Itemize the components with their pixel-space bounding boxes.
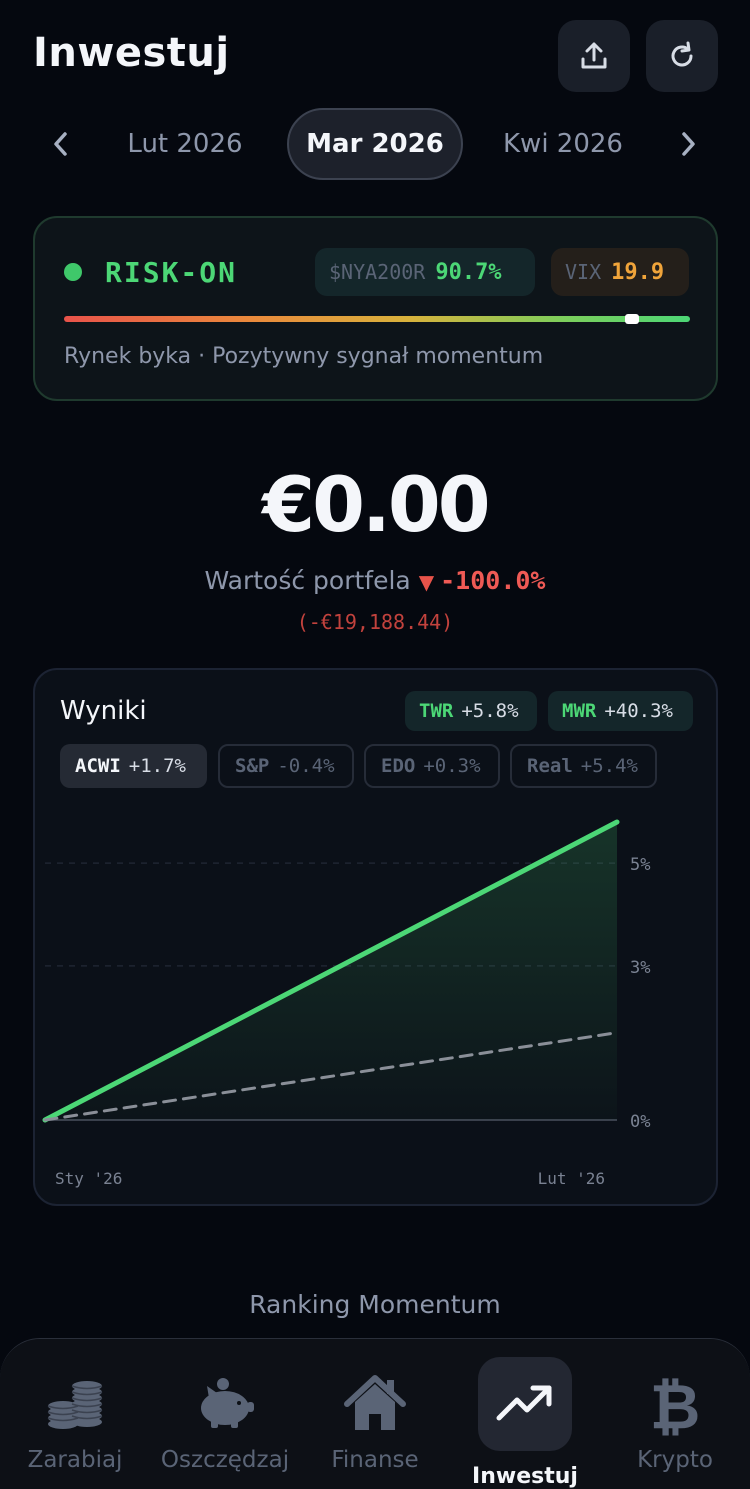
performance-chart: 5% 3% 0% Sty '26 Lut '26 (42, 819, 650, 1188)
risk-gauge-marker (624, 314, 639, 324)
status-dot (64, 263, 82, 281)
nav-item-finanse[interactable]: Finanse (300, 1339, 450, 1489)
month-current[interactable]: Mar 2026 (287, 108, 463, 180)
next-month-button[interactable] (658, 108, 718, 180)
ranking-momentum-title: Ranking Momentum (249, 1290, 501, 1319)
nav-label: Krypto (637, 1447, 713, 1473)
trending-up-icon (478, 1357, 572, 1451)
nav-item-inwestuj[interactable]: Inwestuj (450, 1339, 600, 1489)
risk-status-label: RISK-ON (105, 256, 238, 289)
vix-chip: VIX 19.9 (551, 248, 689, 296)
market-risk-card: RISK-ON $NYA200R 90.7% VIX 19.9 Rynek by… (33, 216, 718, 401)
upload-icon (581, 42, 607, 69)
risk-gauge-bar (64, 314, 690, 324)
vix-key: VIX (565, 260, 602, 284)
bottom-navigation: Zarabiaj Oszczędzaj Finanse Inwestuj ₿ K… (0, 1338, 750, 1489)
share-button[interactable] (558, 20, 630, 92)
nav-item-oszczedzaj[interactable]: Oszczędzaj (150, 1339, 300, 1489)
month-navigation: Lut 2026 Mar 2026 Kwi 2026 (0, 108, 750, 180)
refresh-icon (671, 41, 693, 67)
down-arrow-icon: ▼ (418, 570, 435, 594)
header: Inwestuj (0, 0, 750, 110)
chevron-right-icon (682, 132, 695, 156)
coins-icon (35, 1369, 115, 1439)
month-prev[interactable]: Lut 2026 (110, 108, 260, 180)
month-next[interactable]: Kwi 2026 (488, 108, 638, 180)
page-title: Inwestuj (33, 30, 230, 76)
portfolio-change-pct: -100.0% (440, 566, 546, 595)
portfolio-value: €0.00 (262, 460, 490, 549)
x-tick-label: Sty '26 (55, 1169, 122, 1188)
portfolio-change-line: Wartość portfela ▼ -100.0% (0, 566, 750, 595)
results-card: Wyniki TWR +5.8% MWR +40.3% ACWI +1.7% S… (33, 668, 718, 1206)
nya200r-value: 90.7% (435, 259, 502, 285)
nav-item-krypto[interactable]: ₿ Krypto (600, 1339, 750, 1489)
y-tick-label: 0% (630, 1112, 650, 1132)
piggy-bank-icon (185, 1369, 265, 1439)
chevron-left-icon (54, 132, 67, 156)
home-icon (335, 1369, 415, 1439)
risk-description: Rynek byka · Pozytywny sygnał momentum (64, 344, 544, 369)
nya200r-chip: $NYA200R 90.7% (315, 248, 535, 296)
portfolio-change-abs: (-€19,188.44) (296, 610, 454, 634)
nav-label: Finanse (331, 1447, 419, 1473)
x-tick-label: Lut '26 (538, 1169, 605, 1188)
svg-text:₿: ₿ (650, 1372, 701, 1436)
nav-item-zarabiaj[interactable]: Zarabiaj (0, 1339, 150, 1489)
nya200r-key: $NYA200R (329, 260, 426, 284)
nav-label: Inwestuj (472, 1464, 578, 1489)
refresh-button[interactable] (646, 20, 718, 92)
y-tick-label: 3% (630, 958, 650, 978)
nav-label: Oszczędzaj (160, 1447, 290, 1473)
vix-value: 19.9 (611, 259, 665, 285)
y-tick-label: 5% (630, 855, 650, 875)
previous-month-button[interactable] (31, 108, 91, 180)
nav-label: Zarabiaj (27, 1447, 123, 1473)
bitcoin-icon: ₿ (635, 1369, 715, 1439)
portfolio-label: Wartość portfela (204, 566, 411, 595)
